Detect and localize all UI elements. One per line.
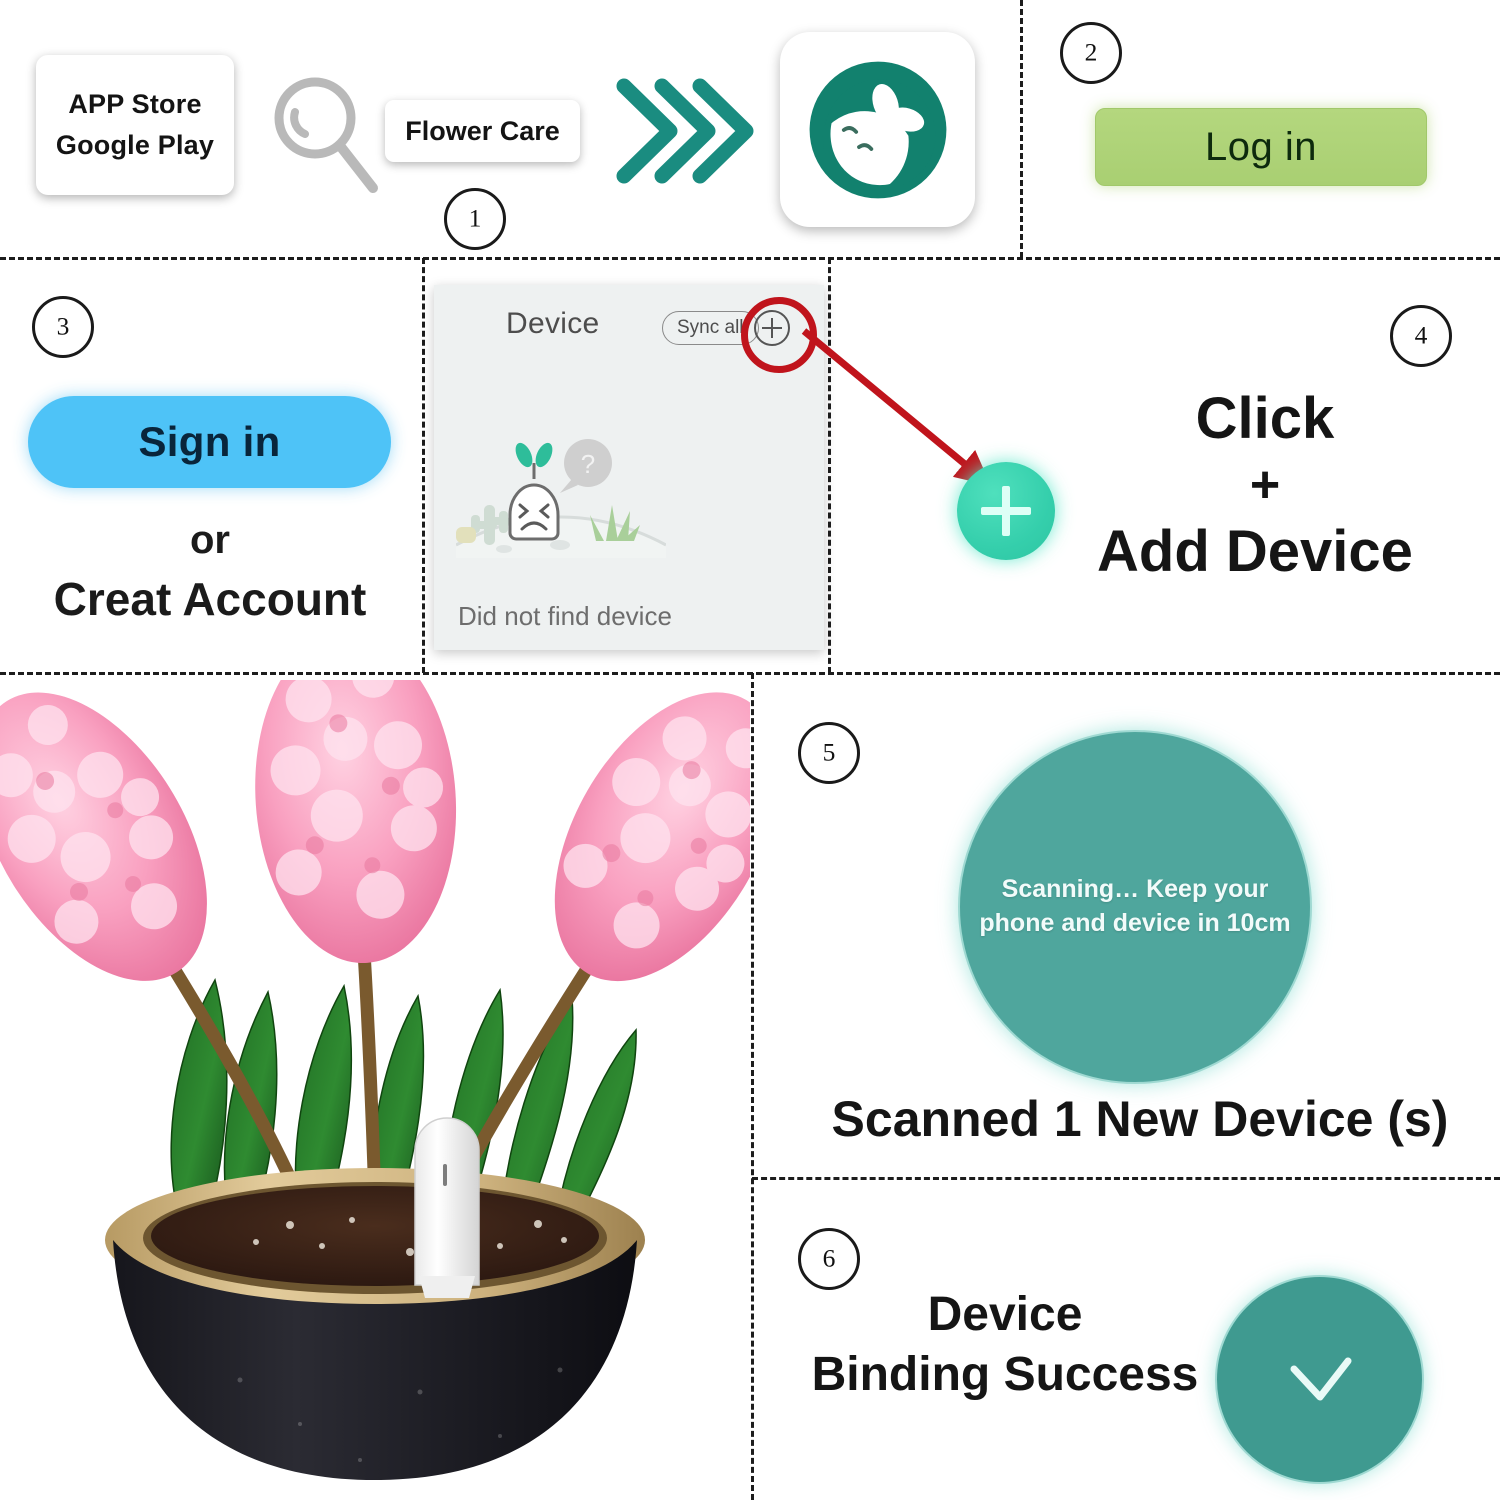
flower-care-label: Flower Care	[405, 115, 560, 146]
add-device-label: Add Device	[1097, 519, 1413, 584]
device-panel-title: Device	[506, 307, 600, 340]
plant-with-sensor-photo	[0, 680, 750, 1500]
flower-care-search-term-card[interactable]: Flower Care	[385, 100, 580, 162]
sync-all-label: Sync all	[677, 317, 744, 338]
svg-text:4: 4	[1415, 321, 1428, 350]
sad-sprout-empty-state-icon: ?	[455, 433, 667, 558]
create-account-label: Creat Account	[53, 573, 367, 625]
binding-line-2: Binding Success	[811, 1348, 1199, 1401]
flower-care-app-icon[interactable]	[780, 32, 975, 227]
scanning-label: Scanning… Keep your phone and device in …	[979, 875, 1291, 937]
divider-top-vertical	[1020, 0, 1023, 258]
plus-label: +	[1249, 456, 1281, 514]
sign-in-button[interactable]: Sign in	[28, 396, 391, 488]
svg-text:1: 1	[469, 204, 482, 233]
instruction-infographic: APP Store Google Play Flower Care 1 2 Lo…	[0, 0, 1500, 1500]
binding-success-circle	[1215, 1275, 1424, 1484]
step-number-2: 2	[1060, 22, 1122, 84]
or-label: or	[190, 518, 230, 562]
step-number-6: 6	[798, 1228, 860, 1290]
divider-top-horizontal	[0, 257, 1500, 260]
step-number-5: 5	[798, 722, 860, 784]
divider-step3-right	[422, 258, 425, 673]
log-in-button[interactable]: Log in	[1095, 108, 1427, 186]
device-screen-panel: Device Sync all ? Did not find device	[434, 285, 824, 650]
sign-in-label: Sign in	[138, 418, 281, 465]
divider-middle-horizontal	[0, 672, 1500, 675]
divider-step5-step6	[752, 1177, 1500, 1180]
click-label: Click	[1195, 386, 1335, 451]
step-number-4: 4	[1390, 305, 1452, 367]
triple-chevron-right-icon	[612, 72, 760, 190]
svg-text:?: ?	[581, 449, 595, 479]
step-number-1: ① 1	[444, 188, 506, 250]
binding-success-label: Device Binding Success	[790, 1285, 1220, 1405]
step-number-3: 3	[32, 296, 94, 358]
svg-text:5: 5	[823, 738, 836, 767]
app-store-label: APP Store	[68, 89, 202, 119]
checkmark-icon	[1270, 1327, 1370, 1432]
scanned-result-label: Scanned 1 New Device (s)	[831, 1091, 1449, 1147]
log-in-label: Log in	[1205, 124, 1317, 169]
svg-text:2: 2	[1085, 38, 1098, 67]
app-store-card[interactable]: APP Store Google Play	[36, 55, 234, 195]
search-icon	[265, 72, 385, 197]
binding-line-1: Device	[927, 1288, 1083, 1341]
scanning-status-circle: Scanning… Keep your phone and device in …	[958, 730, 1312, 1084]
divider-photo-right	[751, 673, 754, 1500]
svg-text:3: 3	[57, 312, 70, 341]
svg-text:6: 6	[823, 1244, 836, 1273]
google-play-label: Google Play	[55, 130, 215, 160]
did-not-find-device-label: Did not find device	[458, 601, 672, 631]
